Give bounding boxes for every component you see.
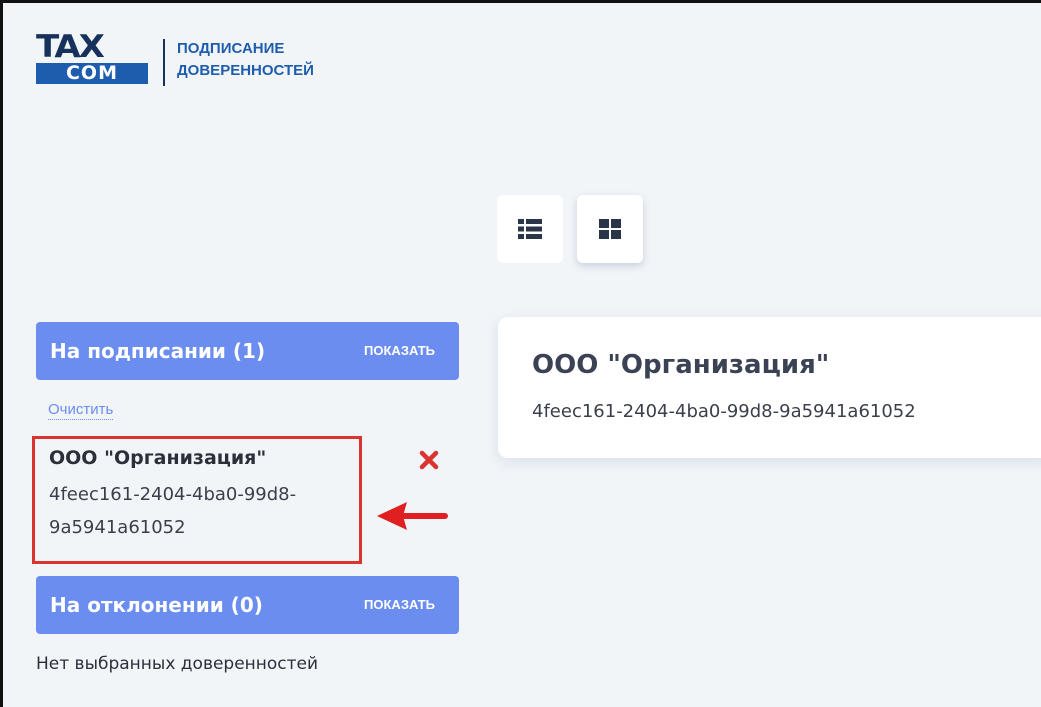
selected-item-id-line1: 4feec161-2404-4ba0-99d8- [49, 484, 297, 505]
selected-item-id-line2: 9a5941a61052 [49, 517, 186, 538]
logo-divider [163, 39, 165, 86]
grid-view-button[interactable] [577, 195, 643, 263]
rejecting-group-header: На отклонении (0) ПОКАЗАТЬ [36, 576, 459, 634]
selected-item[interactable]: ООО "Организация" 4feec161-2404-4ba0-99d… [32, 436, 362, 564]
logo-text-top: TAX [36, 29, 105, 65]
app-subtitle: ПОДПИСАНИЕ ДОВЕРЕННОСТЕЙ [177, 38, 377, 82]
clear-link[interactable]: Очистить [48, 401, 114, 420]
signing-group-header: На подписании (1) ПОКАЗАТЬ [36, 322, 459, 380]
app-subtitle-line2: ДОВЕРЕННОСТЕЙ [177, 62, 314, 79]
empty-selection-text: Нет выбранных доверенностей [36, 654, 319, 674]
grid-icon [599, 219, 621, 239]
close-icon[interactable] [418, 449, 440, 471]
power-of-attorney-card[interactable]: ООО "Организация" 4feec161-2404-4ba0-99d… [498, 317, 1041, 458]
annotation-arrow-icon [377, 502, 448, 530]
rejecting-group-title: На отклонении (0) [50, 593, 263, 617]
selected-item-name: ООО "Организация" [49, 447, 267, 469]
signing-group-title: На подписании (1) [50, 339, 266, 363]
signing-show-button[interactable]: ПОКАЗАТЬ [364, 322, 435, 380]
list-view-button[interactable] [497, 195, 563, 263]
selected-item-id: 4feec161-2404-4ba0-99d8- 9a5941a61052 [49, 478, 349, 544]
card-id: 4feec161-2404-4ba0-99d8-9a5941a61052 [532, 401, 916, 422]
taxcom-logo: TAX COM [33, 29, 151, 84]
card-title: ООО "Организация" [532, 350, 830, 380]
app-subtitle-line1: ПОДПИСАНИЕ [177, 40, 285, 57]
rejecting-show-button[interactable]: ПОКАЗАТЬ [364, 576, 435, 634]
list-icon [518, 219, 542, 239]
app-frame: TAX COM ПОДПИСАНИЕ ДОВЕРЕННОСТЕЙ На подп… [0, 0, 1041, 707]
logo-text-bottom: COM [36, 63, 148, 84]
